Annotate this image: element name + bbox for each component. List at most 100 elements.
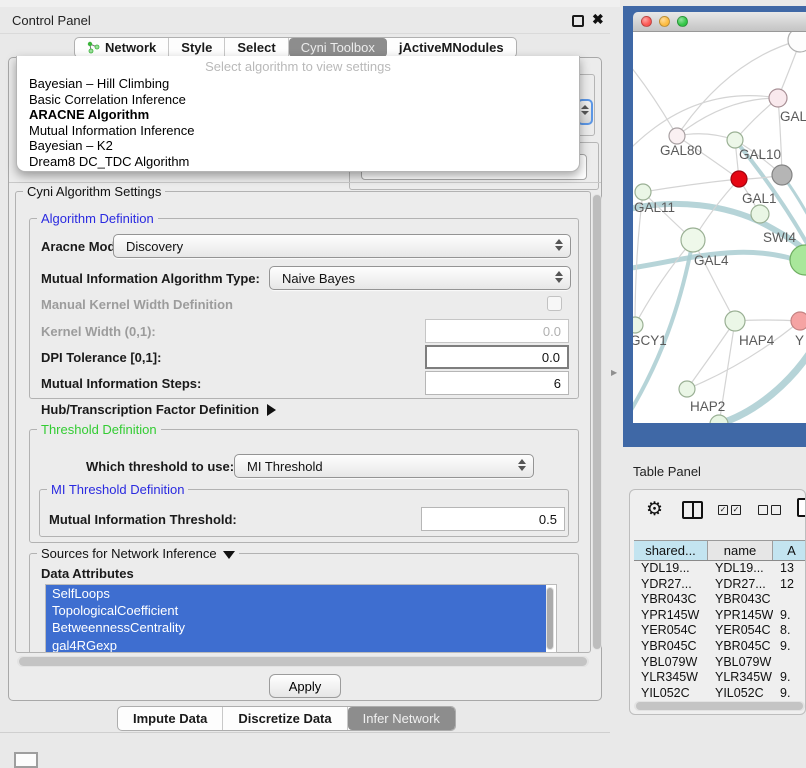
network-node[interactable]	[772, 165, 792, 185]
table-cell: 9.	[773, 639, 806, 655]
column-header-A[interactable]: A	[773, 541, 806, 560]
table-cell	[773, 655, 806, 671]
tab-cyni-toolbox[interactable]: Cyni Toolbox	[289, 38, 387, 57]
network-window-titlebar[interactable]	[633, 12, 806, 32]
column-header-name[interactable]: name	[708, 541, 773, 560]
network-node-gal10[interactable]	[727, 132, 743, 148]
settings-vertical-scrollbar[interactable]	[592, 194, 602, 650]
gear-icon[interactable]: ⚙	[646, 498, 663, 521]
network-node-gal8[interactable]	[769, 89, 787, 107]
minimize-traffic-light[interactable]	[659, 16, 670, 27]
column-header-shared[interactable]: shared...	[634, 541, 708, 560]
mi-algorithm-type-label: Mutual Information Algorithm Type:	[41, 271, 260, 286]
attribute-list-item[interactable]: gal4RGexp	[46, 637, 546, 653]
minimized-panel-icon[interactable]	[14, 752, 38, 768]
settings-horizontal-scrollbar[interactable]	[17, 656, 589, 667]
algorithm-dropdown-popup: Select algorithm to view settings Bayesi…	[16, 56, 580, 172]
control-panel-title: Control Panel	[12, 13, 91, 28]
table-header-row[interactable]: shared...nameA	[634, 540, 806, 561]
mi-steps-field[interactable]: 6	[425, 371, 569, 395]
which-threshold-value: MI Threshold	[247, 459, 323, 474]
node-label: GCY1	[633, 333, 667, 348]
bottom-tab-bar: Impute DataDiscretize DataInfer Network	[117, 706, 456, 731]
attributes-list-scrollbar[interactable]	[546, 587, 554, 650]
tab-network[interactable]: Network	[75, 38, 169, 57]
table-row[interactable]: YBR045CYBR045C9.	[634, 639, 806, 655]
tab-jactivemnodules[interactable]: jActiveMNodules	[387, 38, 516, 57]
hub-tf-definition-label: Hub/Transcription Factor Definition	[41, 402, 259, 417]
mi-steps-label: Mutual Information Steps:	[41, 376, 201, 391]
table-row[interactable]: YDL19...YDL19...13	[634, 561, 806, 577]
table-cell: YBR045C	[634, 639, 708, 655]
network-node[interactable]	[788, 32, 806, 52]
table-row[interactable]: YPR145WYPR145W9.	[634, 608, 806, 624]
manual-kernel-width-checkbox[interactable]	[547, 296, 562, 311]
table-cell: YLR345W	[634, 670, 708, 686]
mi-algorithm-type-value: Naive Bayes	[282, 271, 355, 286]
table-cell: YER054C	[708, 623, 773, 639]
table-row[interactable]: YER054CYER054C8.	[634, 623, 806, 639]
mi-threshold-field[interactable]: 0.5	[421, 507, 565, 531]
network-node-hap2[interactable]	[679, 381, 695, 397]
network-edge	[633, 62, 677, 136]
cyni-settings-group-title: Cyni Algorithm Settings	[23, 184, 165, 199]
algorithm-option[interactable]: Dream8 DC_TDC Algorithm	[17, 154, 579, 170]
bottom-tab-impute-data[interactable]: Impute Data	[118, 707, 223, 730]
float-panel-icon[interactable]	[572, 15, 584, 27]
table-row[interactable]: YIL052CYIL052C9.	[634, 686, 806, 702]
network-node[interactable]	[790, 245, 806, 275]
network-node-y[interactable]	[791, 312, 806, 330]
node-label: Y	[795, 333, 804, 348]
table-cell: YPR145W	[708, 608, 773, 624]
apply-button[interactable]: Apply	[269, 674, 341, 698]
table-row[interactable]: YBL079WYBL079W	[634, 655, 806, 671]
table-row[interactable]: YBR043CYBR043C	[634, 592, 806, 608]
bottom-tab-infer-network[interactable]: Infer Network	[348, 707, 455, 730]
select-all-checkboxes-icon[interactable]: ✓✓	[718, 505, 741, 515]
close-icon[interactable]: ✖	[592, 11, 604, 28]
node-label: HAP2	[690, 399, 725, 414]
kernel-width-field[interactable]: 0.0	[425, 319, 569, 343]
close-traffic-light[interactable]	[641, 16, 652, 27]
network-node-gal11[interactable]	[635, 184, 651, 200]
algorithm-option[interactable]: Mutual Information Inference	[17, 123, 579, 139]
tab-style[interactable]: Style	[169, 38, 225, 57]
table-cell: YDL19...	[634, 561, 708, 577]
dpi-tolerance-field[interactable]: 0.0	[425, 345, 569, 369]
deselect-all-checkboxes-icon[interactable]	[758, 505, 781, 515]
table-row[interactable]: YDR27...YDR27...12	[634, 577, 806, 593]
tab-select[interactable]: Select	[225, 38, 288, 57]
new-table-icon[interactable]	[797, 498, 806, 517]
hub-tf-definition-expander[interactable]: Hub/Transcription Factor Definition	[41, 402, 276, 417]
network-node-swi4[interactable]	[751, 205, 769, 223]
panel-splitter-handle[interactable]: ▶	[611, 368, 616, 377]
network-node[interactable]	[710, 415, 728, 423]
table-row[interactable]: YLR345WYLR345W9.	[634, 670, 806, 686]
bottom-tab-discretize-data[interactable]: Discretize Data	[223, 707, 347, 730]
kernel-width-label: Kernel Width (0,1):	[41, 324, 156, 339]
attribute-list-item[interactable]: TopologicalCoefficient	[46, 602, 546, 619]
which-threshold-select[interactable]: MI Threshold	[234, 454, 534, 478]
algorithm-option[interactable]: ARACNE Algorithm	[17, 107, 579, 123]
network-canvas[interactable]: GAL8GAL80GAL10GAL1GAL11SWI4GAL4GCY1HAP4Y…	[633, 32, 806, 423]
algorithm-option[interactable]: Basic Correlation Inference	[17, 92, 579, 108]
network-node-gal80[interactable]	[669, 128, 685, 144]
manual-kernel-width-label: Manual Kernel Width Definition	[41, 297, 233, 312]
aracne-mode-select[interactable]: Discovery	[113, 234, 571, 258]
threshold-definition-title: Threshold Definition	[37, 422, 161, 437]
split-columns-icon[interactable]	[682, 501, 703, 519]
dpi-tolerance-label: DPI Tolerance [0,1]:	[41, 350, 161, 365]
network-node-gcy1[interactable]	[633, 317, 643, 333]
network-node-gal4[interactable]	[681, 228, 705, 252]
network-node-hap4[interactable]	[725, 311, 745, 331]
combo-stepper-icon	[555, 239, 563, 251]
table-horizontal-scrollbar[interactable]	[634, 701, 805, 711]
algorithm-option[interactable]: Bayesian – Hill Climbing	[17, 76, 579, 92]
algorithm-option[interactable]: Bayesian – K2	[17, 138, 579, 154]
mi-algorithm-type-select[interactable]: Naive Bayes	[269, 266, 571, 290]
attribute-list-item[interactable]: BetweennessCentrality	[46, 619, 546, 636]
attribute-list-item[interactable]: SelfLoops	[46, 585, 546, 602]
zoom-traffic-light[interactable]	[677, 16, 688, 27]
data-attributes-list[interactable]: SelfLoopsTopologicalCoefficientBetweenne…	[45, 584, 557, 653]
network-node-gal1[interactable]	[731, 171, 747, 187]
